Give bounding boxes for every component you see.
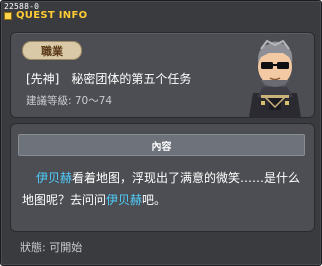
job-badge: 職業 [22, 41, 82, 60]
title-bar[interactable]: QUEST INFO [4, 10, 87, 21]
content-text-part2: 吧。 [142, 193, 167, 207]
quest-status: 狀態: 可開始 [20, 241, 83, 254]
quest-icon [4, 11, 12, 20]
quest-content-panel: 內容 伊贝赫看着地图，浮现出了满意的微笑……是什么地图呢？去问问伊贝赫吧。 [10, 123, 315, 232]
recommended-level: 建議等級: 70～74 [26, 95, 113, 107]
npc-name-highlight[interactable]: 伊贝赫 [36, 171, 72, 185]
content-header: 內容 [18, 134, 305, 156]
quest-name: [先神] 秘密团体的第五个任务 [26, 72, 192, 86]
content-text: 伊贝赫看着地图，浮现出了满意的微笑……是什么地图呢？去问问伊贝赫吧。 [22, 167, 307, 211]
window-title: QUEST INFO [16, 10, 88, 21]
quest-info-window: 22588-0 QUEST INFO 職業 [先神] 秘密团体的第五个任务 建議… [0, 0, 322, 266]
quest-info-panel: 職業 [先神] 秘密团体的第五个任务 建議等級: 70～74 [10, 32, 315, 118]
npc-portrait-icon [249, 39, 301, 117]
npc-name-highlight[interactable]: 伊贝赫 [106, 193, 142, 207]
